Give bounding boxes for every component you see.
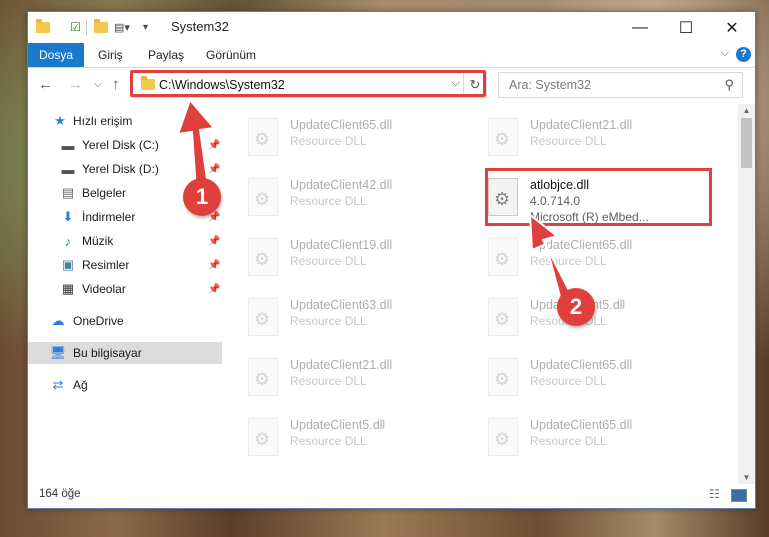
- cloud-icon: ☁: [51, 313, 65, 328]
- dll-file-icon: ⚙: [248, 298, 278, 336]
- dll-file-icon: ⚙: [488, 238, 518, 276]
- sidebar-item-disk-d[interactable]: ▬ Yerel Disk (D:) 📌: [28, 158, 222, 180]
- dll-file-icon: ⚙: [248, 358, 278, 396]
- title-bar: ☑ ▤▾ ▾ System32 — ☐ ✕: [28, 12, 755, 43]
- sidebar-item-quick-access[interactable]: ★ Hızlı erişim: [28, 110, 222, 132]
- drive-icon: ▬: [61, 161, 75, 177]
- details-view-icon[interactable]: ☷: [709, 487, 725, 501]
- annotation-marker-2: 2: [557, 288, 595, 326]
- scroll-up-icon[interactable]: ▲: [738, 106, 755, 115]
- document-icon: ▤: [61, 185, 75, 200]
- drive-icon: ▬: [61, 137, 75, 153]
- explorer-window: ☑ ▤▾ ▾ System32 — ☐ ✕ Dosya Giriş Paylaş…: [27, 11, 756, 509]
- pin-icon[interactable]: 📌: [208, 260, 220, 271]
- file-item[interactable]: ⚙ UpdateClient5.dll Resource DLL: [242, 414, 472, 464]
- file-item[interactable]: ⚙ UpdateClient5.dll Resource DLL: [482, 294, 712, 344]
- dll-file-icon: ⚙: [248, 118, 278, 156]
- maximize-button[interactable]: ☐: [663, 12, 709, 43]
- ribbon-tabs: Dosya Giriş Paylaş Görünüm ⌵ ?: [28, 43, 755, 68]
- window-title: System32: [171, 19, 229, 34]
- address-highlight-box: [130, 70, 486, 97]
- help-icon[interactable]: ?: [736, 47, 751, 62]
- file-item[interactable]: ⚙ UpdateClient21.dll Resource DLL: [242, 354, 472, 404]
- file-item[interactable]: ⚙ UpdateClient65.dll Resource DLL: [482, 234, 712, 284]
- pin-icon[interactable]: 📌: [208, 164, 220, 175]
- search-placeholder: Ara: System32: [509, 78, 591, 92]
- dll-file-icon: ⚙: [248, 418, 278, 456]
- file-item[interactable]: ⚙ UpdateClient21.dll Resource DLL: [482, 114, 712, 164]
- sidebar-item-disk-c[interactable]: ▬ Yerel Disk (C:) 📌: [28, 134, 222, 156]
- vertical-scrollbar[interactable]: ▲ ▼: [738, 104, 755, 484]
- picture-icon: ▣: [61, 257, 75, 272]
- pin-icon[interactable]: 📌: [208, 236, 220, 247]
- file-item[interactable]: ⚙ UpdateClient42.dll Resource DLL: [242, 174, 472, 224]
- star-icon: ★: [54, 113, 66, 128]
- folder-icon: [36, 18, 50, 36]
- file-item[interactable]: ⚙ UpdateClient65.dll Resource DLL: [482, 354, 712, 404]
- quick-access-dropdown-icon[interactable]: ▾: [143, 18, 148, 36]
- item-count: 164 öğe: [39, 488, 81, 500]
- tab-file[interactable]: Dosya: [28, 43, 84, 67]
- pin-icon[interactable]: 📌: [208, 140, 220, 151]
- file-highlight-box: [485, 168, 712, 226]
- chevron-down-icon[interactable]: ⌵: [721, 47, 729, 60]
- file-item[interactable]: ⚙ UpdateClient63.dll Resource DLL: [242, 294, 472, 344]
- sidebar-item-this-pc[interactable]: 🖥 Bu bilgisayar: [28, 342, 222, 364]
- music-icon: ♪: [64, 233, 72, 249]
- dll-file-icon: ⚙: [488, 358, 518, 396]
- network-icon: ⇄: [52, 377, 64, 392]
- scroll-down-icon[interactable]: ▼: [738, 473, 755, 482]
- navigation-bar: ← → ⌵ ↑ C:\Windows\System32 ⌵ ↻ Ara: Sys…: [28, 68, 755, 102]
- search-input[interactable]: Ara: System32 ⚲: [498, 72, 743, 98]
- computer-icon: 🖥: [49, 345, 67, 360]
- dll-file-icon: ⚙: [488, 418, 518, 456]
- file-item[interactable]: ⚙ UpdateClient65.dll Resource DLL: [242, 114, 472, 164]
- sidebar-item-network[interactable]: ⇄ Ağ: [28, 374, 222, 396]
- annotation-marker-1: 1: [183, 178, 221, 216]
- sidebar-item-music[interactable]: ♪ Müzik 📌: [28, 230, 222, 252]
- sidebar-item-videos[interactable]: ▦ Videolar 📌: [28, 278, 222, 300]
- status-bar: 164 öğe ☷: [28, 484, 755, 508]
- sidebar-item-onedrive[interactable]: ☁ OneDrive: [28, 310, 222, 332]
- search-icon: ⚲: [724, 77, 734, 92]
- recent-dropdown-icon[interactable]: ⌵: [94, 79, 102, 90]
- download-icon: ⬇: [62, 209, 74, 224]
- minimize-button[interactable]: —: [617, 12, 663, 43]
- tab-home[interactable]: Giriş: [88, 43, 133, 67]
- pin-icon[interactable]: 📌: [208, 284, 220, 295]
- up-arrow-icon[interactable]: ↑: [112, 76, 120, 93]
- properties-icon[interactable]: ☑: [70, 18, 81, 36]
- tab-share[interactable]: Paylaş: [138, 43, 194, 67]
- navigation-pane: ★ Hızlı erişim ▬ Yerel Disk (C:) 📌 ▬ Yer…: [28, 104, 222, 484]
- dll-file-icon: ⚙: [488, 118, 518, 156]
- dll-file-icon: ⚙: [248, 178, 278, 216]
- file-list: ⚙ UpdateClient65.dll Resource DLL ⚙ Upda…: [242, 104, 736, 476]
- video-icon: ▦: [61, 281, 75, 296]
- new-folder-icon[interactable]: [94, 18, 108, 36]
- dll-file-icon: ⚙: [488, 298, 518, 336]
- close-button[interactable]: ✕: [709, 12, 755, 43]
- tab-view[interactable]: Görünüm: [196, 43, 266, 67]
- customize-icon[interactable]: ▤▾: [114, 18, 130, 36]
- back-arrow-icon[interactable]: ←: [38, 76, 53, 93]
- forward-arrow-icon[interactable]: →: [68, 76, 83, 93]
- file-item[interactable]: ⚙ UpdateClient19.dll Resource DLL: [242, 234, 472, 284]
- file-item[interactable]: ⚙ UpdateClient65.dll Resource DLL: [482, 414, 712, 464]
- sidebar-item-pictures[interactable]: ▣ Resimler 📌: [28, 254, 222, 276]
- dll-file-icon: ⚙: [248, 238, 278, 276]
- scroll-thumb[interactable]: [741, 118, 752, 168]
- tiles-view-icon[interactable]: [731, 489, 747, 502]
